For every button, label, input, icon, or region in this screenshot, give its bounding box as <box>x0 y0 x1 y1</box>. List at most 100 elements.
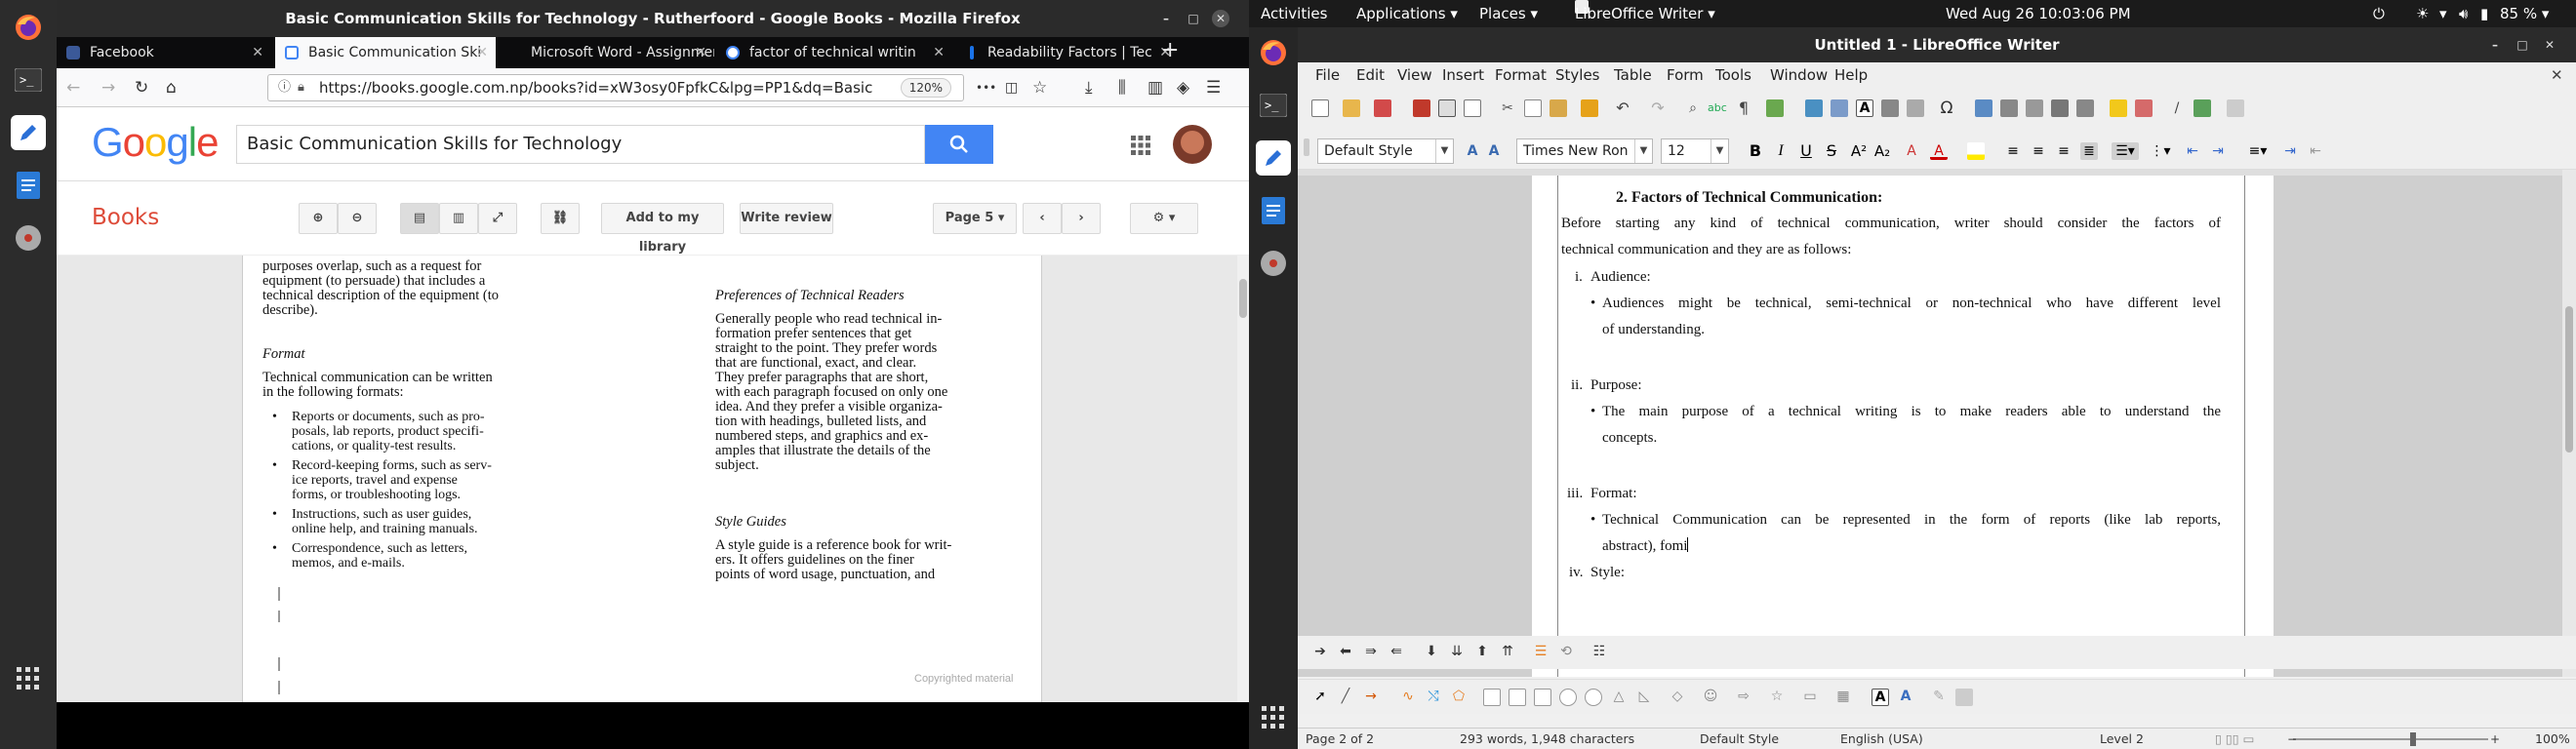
menu-table[interactable]: Table <box>1614 62 1652 88</box>
insert-image-icon[interactable] <box>1805 99 1823 117</box>
clock[interactable]: Wed Aug 26 10:03:06 PM <box>1946 0 2131 27</box>
special-character-icon[interactable]: Ω <box>1938 99 1955 117</box>
insert-text-box-icon[interactable]: A <box>1872 689 1889 706</box>
battery-icon[interactable]: ▮ <box>2480 0 2488 27</box>
comment-icon[interactable] <box>2110 99 2127 117</box>
line-arrow-icon[interactable]: → <box>1362 689 1380 706</box>
activities-button[interactable]: Activities <box>1261 0 1327 27</box>
hamburger-menu-icon[interactable]: ☰ <box>1206 78 1221 98</box>
menu-view[interactable]: View <box>1397 62 1432 88</box>
find-replace-icon[interactable]: ⌕ <box>1684 99 1702 117</box>
zoom-indicator[interactable]: 120% <box>900 78 951 98</box>
triangle-icon[interactable]: △ <box>1610 689 1628 706</box>
block-arrows-icon[interactable]: ⇨ <box>1735 689 1752 706</box>
insert-chart-icon[interactable] <box>1831 99 1848 117</box>
search-button[interactable] <box>925 125 993 164</box>
new-tab-icon[interactable]: + <box>1161 40 1179 61</box>
places-menu[interactable]: Places ▾ <box>1479 0 1538 27</box>
zoom-slider[interactable]: − + <box>2287 729 2500 749</box>
two-page-button[interactable]: ▥ <box>439 203 478 234</box>
text-editor-icon[interactable] <box>11 115 46 150</box>
callouts-icon[interactable]: ▭ <box>1801 689 1819 706</box>
promote-icon[interactable]: ⇤ <box>2184 142 2201 160</box>
menu-window[interactable]: Window <box>1770 62 1828 88</box>
terminal-icon[interactable]: >_ <box>11 62 46 98</box>
basic-shapes-icon[interactable]: ◇ <box>1669 689 1686 706</box>
increase-indent-icon[interactable]: ⇥ <box>2281 142 2299 160</box>
menu-form[interactable]: Form <box>1667 62 1704 88</box>
align-left-icon[interactable]: ≡ <box>2004 142 2022 160</box>
settings-button[interactable]: ⚙ ▾ <box>1130 203 1198 234</box>
back-icon[interactable]: ← <box>66 78 80 98</box>
unordered-list-icon[interactable]: ☰▾ <box>2112 142 2139 160</box>
minimize-icon[interactable]: – <box>2486 36 2504 54</box>
document-scrollbar[interactable] <box>2562 170 2576 677</box>
ellipse-icon[interactable] <box>1559 689 1577 706</box>
link-button[interactable]: ⛓ <box>541 203 580 234</box>
font-size-select[interactable]: 12 ▼ <box>1661 138 1729 164</box>
tab-close-icon[interactable]: ✕ <box>252 37 263 68</box>
books-section-label[interactable]: Books <box>92 205 159 230</box>
search-input[interactable]: Basic Communication Skills for Technolog… <box>236 125 925 164</box>
avatar[interactable] <box>1173 125 1212 164</box>
url-bar[interactable]: ⓘ 🔒︎ https://books.google.com.np/books?i… <box>267 74 964 101</box>
polygon-icon[interactable]: ⬠ <box>1450 689 1468 706</box>
tab-word-assignment[interactable]: Microsoft Word - Assignmen ✕ <box>498 37 714 68</box>
select-pointer-icon[interactable]: ➚ <box>1311 689 1329 706</box>
close-document-icon[interactable]: ✕ <box>2551 62 2563 88</box>
show-apps-icon[interactable] <box>1262 706 1285 729</box>
underline-icon[interactable]: U <box>1797 142 1815 160</box>
menu-help[interactable]: Help <box>1834 62 1868 88</box>
disk-icon[interactable] <box>1256 246 1291 281</box>
copy-icon[interactable] <box>1524 99 1542 117</box>
maximize-icon[interactable]: □ <box>2514 36 2531 54</box>
maximize-icon[interactable]: □ <box>1185 10 1202 27</box>
cross-reference-icon[interactable] <box>2076 99 2094 117</box>
bullets-numbering-icon[interactable]: ☷ <box>1590 644 1608 661</box>
battery-level[interactable]: 85 % ▾ <box>2500 0 2549 27</box>
brightness-icon[interactable]: ☀ <box>2416 0 2429 27</box>
new-document-icon[interactable] <box>1311 99 1329 117</box>
line-spacing-icon[interactable]: ≡▾ <box>2244 142 2272 160</box>
connector-icon[interactable]: ⤭ <box>1425 689 1442 706</box>
demote-subpoints-icon[interactable]: ⇛ <box>1362 644 1380 661</box>
font-name-select[interactable]: Times New Ron ▼ <box>1516 138 1653 164</box>
show-apps-icon[interactable] <box>17 667 40 690</box>
zoom-level[interactable]: 100% <box>2535 729 2570 749</box>
tab-readability[interactable]: Readability Factors | Tec ✕ <box>954 37 1179 68</box>
info-icon[interactable]: ⓘ <box>278 75 291 100</box>
document-page[interactable]: 2. Factors of Technical Communication: B… <box>1532 176 2274 677</box>
symbol-shapes-icon[interactable]: ☺ <box>1702 689 1719 706</box>
flowchart-icon[interactable]: ▦ <box>1834 689 1852 706</box>
superscript-icon[interactable]: A² <box>1850 142 1868 160</box>
spelling-icon[interactable]: abc <box>1708 99 1727 117</box>
insert-line-icon[interactable]: / <box>2168 99 2186 117</box>
close-icon[interactable]: ✕ <box>1212 10 1229 27</box>
insert-table-icon[interactable] <box>1766 99 1784 117</box>
paste-icon[interactable] <box>1550 99 1567 117</box>
menu-edit[interactable]: Edit <box>1356 62 1385 88</box>
terminal-icon[interactable]: >_ <box>1256 88 1291 123</box>
text-editor-icon[interactable] <box>1256 140 1291 176</box>
line-icon[interactable]: ╱ <box>1337 689 1354 706</box>
zoom-out-button[interactable]: ⊖ <box>338 203 377 234</box>
firefox-icon[interactable] <box>1256 35 1291 70</box>
extrusion-icon[interactable] <box>1955 689 1973 706</box>
bookmark-star-icon[interactable]: ☆ <box>1032 78 1047 98</box>
move-down-sub-icon[interactable]: ⇊ <box>1448 644 1466 661</box>
view-layout-icon[interactable]: ▯ ▯▯ ▭ <box>2215 729 2254 749</box>
rectangle-icon[interactable] <box>1483 689 1501 706</box>
firefox-icon[interactable] <box>11 10 46 45</box>
move-up-icon[interactable]: ⬆ <box>1473 644 1491 661</box>
update-style-icon[interactable]: A <box>1464 142 1481 160</box>
text-box-icon[interactable]: A <box>1856 99 1873 117</box>
update-icon[interactable]: ⏻ <box>2373 0 2385 27</box>
tab-close-icon[interactable]: ✕ <box>695 37 706 68</box>
tab-google-books[interactable]: Basic Communication Ski ✕ <box>275 37 496 68</box>
home-icon[interactable]: ⌂ <box>166 78 177 98</box>
track-changes-icon[interactable] <box>2135 99 2153 117</box>
clear-formatting-icon[interactable]: A <box>1903 142 1920 160</box>
disk-icon[interactable] <box>11 220 46 256</box>
footnote-icon[interactable] <box>2000 99 2018 117</box>
hyperlink-icon[interactable] <box>1975 99 1992 117</box>
